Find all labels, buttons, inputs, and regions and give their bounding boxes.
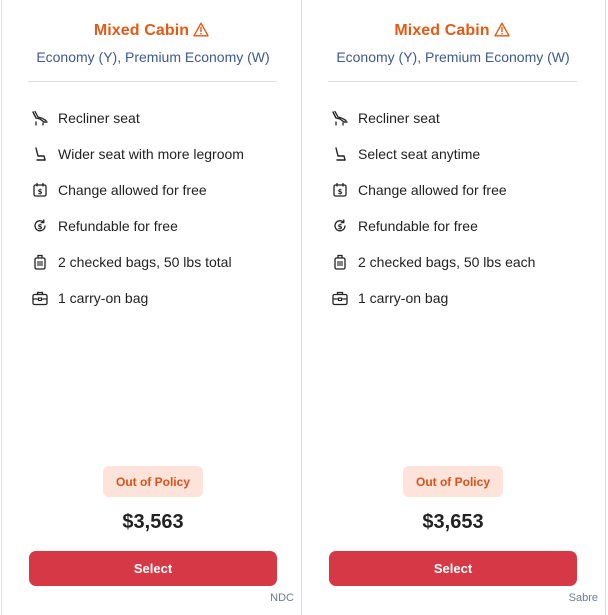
- feature-label: Select seat anytime: [358, 146, 481, 162]
- feature-list: Recliner seat Wider seat with more legro…: [30, 100, 290, 316]
- feature-label: Wider seat with more legroom: [58, 146, 244, 162]
- out-of-policy-badge: Out of Policy: [403, 466, 503, 497]
- cabin-label: Mixed Cabin: [394, 22, 490, 39]
- change-calendar-icon: $: [30, 180, 50, 200]
- feature-item: $ Change allowed for free: [30, 172, 290, 208]
- feature-item: Wider seat with more legroom: [30, 136, 290, 172]
- carry-on-bag-icon: [30, 288, 50, 308]
- fare-price: $3,653: [422, 511, 484, 533]
- feature-label: Change allowed for free: [358, 182, 507, 198]
- feature-item: $ Refundable for free: [330, 208, 590, 244]
- refund-icon: $: [30, 216, 50, 236]
- cabin-header: Mixed Cabin: [302, 22, 602, 42]
- svg-text:$: $: [38, 223, 43, 231]
- feature-item: 2 checked bags, 50 lbs each: [330, 244, 590, 280]
- checked-bag-icon: [30, 252, 50, 272]
- fare-classes: Economy (Y), Premium Economy (W): [336, 49, 570, 65]
- feature-item: $ Refundable for free: [30, 208, 290, 244]
- feature-label: Refundable for free: [358, 218, 478, 234]
- select-button[interactable]: Select: [29, 551, 277, 586]
- feature-label: 1 carry-on bag: [358, 290, 449, 306]
- recliner-seat-icon: [330, 108, 350, 128]
- feature-label: 2 checked bags, 50 lbs total: [58, 254, 232, 270]
- seat-icon: [330, 144, 350, 164]
- feature-label: Recliner seat: [358, 110, 440, 126]
- cabin-header: Mixed Cabin: [2, 22, 301, 42]
- svg-text:$: $: [38, 188, 43, 196]
- feature-label: 2 checked bags, 50 lbs each: [358, 254, 536, 270]
- cabin-label: Mixed Cabin: [93, 22, 190, 39]
- change-calendar-icon: $: [330, 180, 350, 200]
- feature-label: Recliner seat: [58, 110, 140, 126]
- refund-icon: $: [330, 216, 350, 236]
- feature-item: Select seat anytime: [330, 136, 590, 172]
- feature-item: Recliner seat: [330, 100, 590, 136]
- divider: [28, 81, 277, 82]
- seat-icon: [30, 144, 50, 164]
- svg-text:$: $: [338, 223, 343, 231]
- warning-triangle-icon: [493, 22, 510, 42]
- fare-card: Mixed Cabin Economy (Y), Premium Economy…: [1, 0, 301, 615]
- out-of-policy-badge: Out of Policy: [103, 466, 203, 497]
- fare-card: Mixed Cabin Economy (Y), Premium Economy…: [301, 0, 606, 615]
- divider: [328, 81, 577, 82]
- feature-item: $ Change allowed for free: [330, 172, 590, 208]
- feature-item: 1 carry-on bag: [330, 280, 590, 316]
- feature-item: Recliner seat: [30, 100, 290, 136]
- select-button[interactable]: Select: [329, 551, 577, 586]
- fare-source-label: NDC: [270, 592, 294, 604]
- feature-label: Change allowed for free: [58, 182, 207, 198]
- fare-source-label: Sabre: [568, 592, 598, 604]
- feature-list: Recliner seat Select seat anytime $ Chan…: [330, 100, 590, 316]
- feature-item: 2 checked bags, 50 lbs total: [30, 244, 290, 280]
- fare-cards: Mixed Cabin Economy (Y), Premium Economy…: [0, 0, 608, 615]
- feature-label: 1 carry-on bag: [58, 290, 149, 306]
- carry-on-bag-icon: [330, 288, 350, 308]
- fare-price: $3,563: [122, 511, 184, 533]
- feature-label: Refundable for free: [58, 218, 178, 234]
- fare-classes: Economy (Y), Premium Economy (W): [36, 49, 270, 65]
- checked-bag-icon: [330, 252, 350, 272]
- feature-item: 1 carry-on bag: [30, 280, 290, 316]
- warning-triangle-icon: [193, 22, 209, 42]
- recliner-seat-icon: [30, 108, 50, 128]
- svg-text:$: $: [338, 188, 343, 196]
